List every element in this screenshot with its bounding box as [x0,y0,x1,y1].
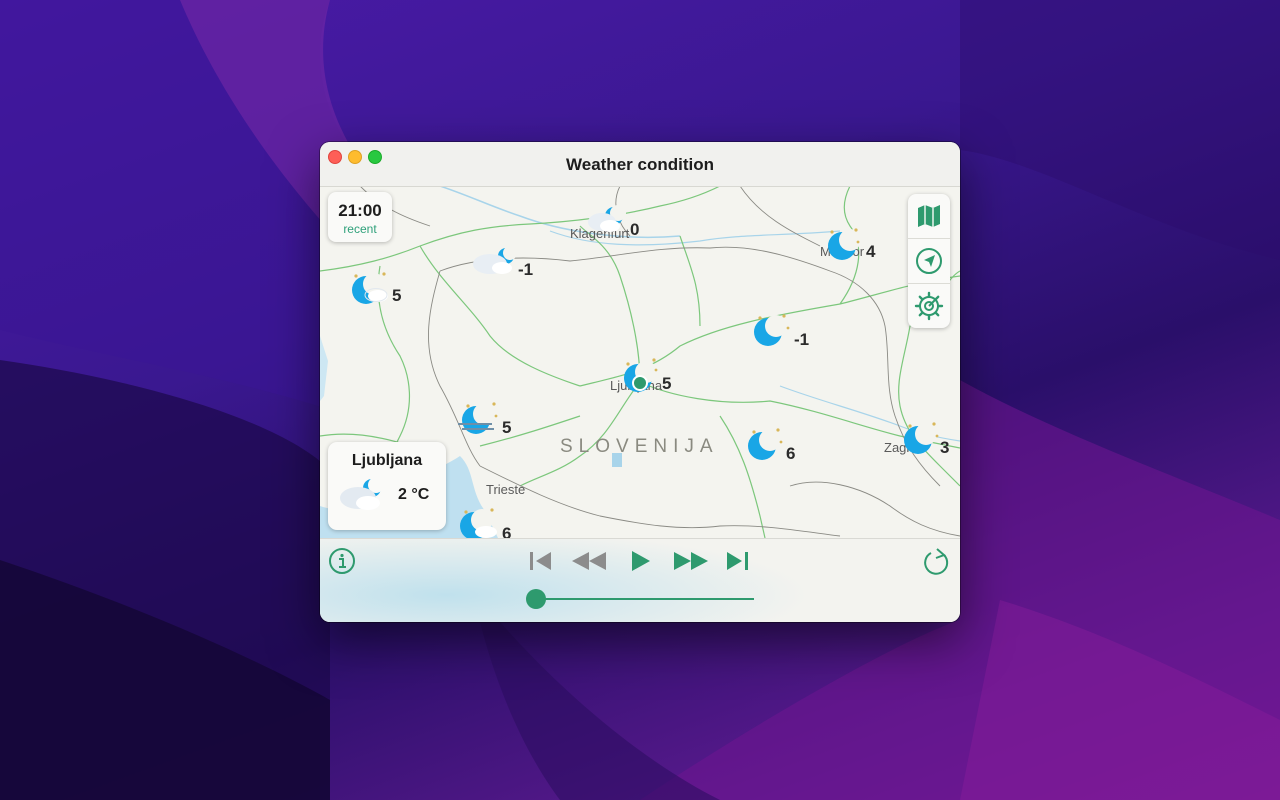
station-temperature: 4 [866,242,876,261]
moon-fog-icon [458,402,498,434]
moon-stars-icon [754,314,790,346]
station-novo-mesto[interactable]: 6 [744,424,795,467]
settings-gear-icon [914,291,944,321]
skip-to-end-icon [727,552,748,570]
station-temperature: 5 [662,374,672,393]
refresh-icon [924,548,949,575]
station-maribor[interactable]: 4 [822,226,875,267]
moon-stars-icon [904,422,939,454]
moon-stars-icon [624,358,658,392]
station-temperature: 5 [502,418,512,437]
time-card[interactable]: 21:00 recent [328,192,392,242]
station-temperature: -1 [794,330,810,349]
moon-stars-icon [748,428,783,460]
title-bar: Weather condition [320,142,960,187]
info-button[interactable] [328,547,356,575]
map-icon [918,205,940,227]
rewind-icon [572,552,606,570]
cloud-moon-icon [588,205,626,232]
cloud-moon-icon [340,477,384,510]
window-title: Weather condition [566,155,714,174]
station-west[interactable]: 5 [348,268,401,311]
station-klagenfurt[interactable]: 0 [584,204,639,239]
city-label-trieste: Trieste [486,482,526,497]
time-status: recent [343,222,377,236]
fast-forward-icon [674,552,708,570]
timeline-track[interactable] [536,598,754,600]
station-postojna[interactable]: 5 [456,400,511,443]
station-celje[interactable]: -1 [750,310,809,353]
map-style-button[interactable] [908,194,950,239]
map-tools-panel [908,194,950,328]
station-zagreb[interactable]: 3 [900,418,949,461]
station-ljubljana[interactable]: 5 [618,354,671,399]
refresh-button[interactable] [922,547,952,577]
moon-stars-icon [828,228,861,260]
moon-cloud-icon [352,272,388,304]
station-temperature: 6 [502,524,512,538]
country-label: SLOVENIJA [560,436,719,457]
rewind-button[interactable] [570,549,608,573]
station-temperature: -1 [518,260,534,279]
play-button[interactable] [628,549,654,573]
playback-bar [320,538,960,622]
info-icon [329,548,355,574]
fast-forward-button[interactable] [672,549,710,573]
skip-to-start-button[interactable] [528,549,554,573]
station-koper[interactable]: 6 [456,506,511,538]
moon-cloud-icon [460,508,497,538]
skip-to-start-icon [530,552,551,570]
station-villach[interactable]: -1 [470,244,533,281]
play-icon [632,551,650,571]
station-temperature: 6 [786,444,796,463]
skip-to-end-button[interactable] [724,549,750,573]
station-temperature: 3 [940,438,950,457]
selected-city-name: Ljubljana [351,452,423,469]
locate-me-button[interactable] [908,239,950,284]
app-window: Weather condition Klagenfurt Zagreb Trie… [320,142,960,622]
timeline-slider-thumb[interactable] [526,589,546,609]
selected-city-temperature: 2 °C [398,486,430,503]
station-temperature: 0 [630,220,640,239]
current-time: 21:00 [338,201,382,220]
location-arrow-icon [916,248,942,274]
station-temperature: 5 [392,286,402,305]
settings-button[interactable] [908,284,950,328]
weather-map[interactable]: Klagenfurt Maribor Ljubljana Zagreb Trie… [320,186,960,538]
cloud-moon-icon [473,246,517,274]
selected-city-card[interactable]: Ljubljana 2 °C [328,442,446,530]
